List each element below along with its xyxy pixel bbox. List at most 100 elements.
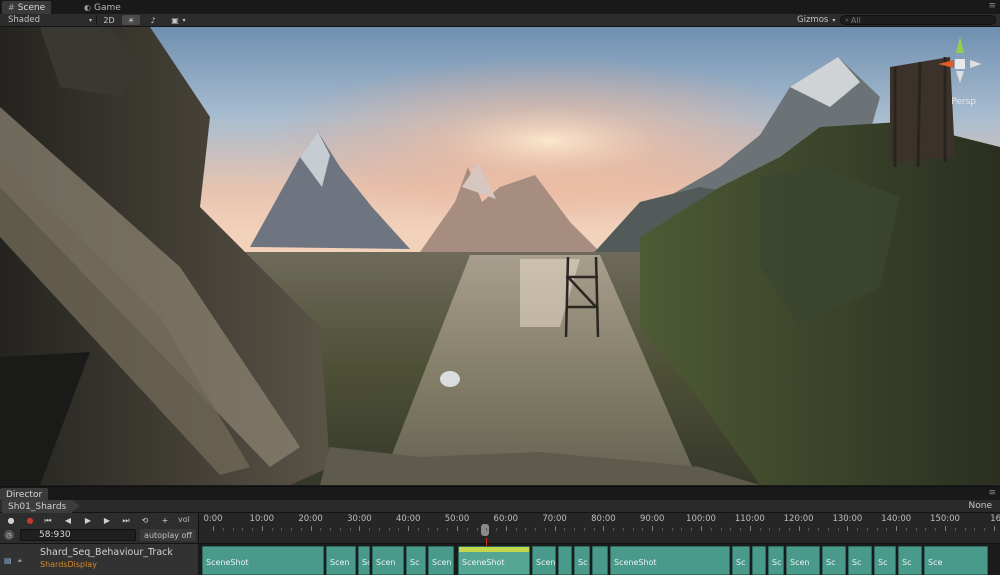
timeline-clip[interactable]: Scen (372, 546, 404, 575)
skip-end-icon[interactable]: ⏭ (118, 515, 134, 526)
timeline-clip[interactable]: Sc (358, 546, 370, 575)
timeline-clip[interactable]: Sc (574, 546, 590, 575)
add-icon[interactable]: + (157, 515, 173, 526)
track-subtitle: ShardsDisplay (40, 560, 97, 569)
ruler-minor-tick (544, 528, 546, 531)
ruler-minor-tick (291, 528, 293, 531)
timeline-clip[interactable]: Scen (428, 546, 454, 575)
scene-search-input[interactable]: ⌕ All (840, 15, 996, 25)
ruler-minor-tick (808, 528, 810, 531)
ruler-minor-tick (788, 528, 790, 531)
clip-selected[interactable]: SceneShot (458, 546, 530, 575)
ruler-minor-tick (271, 528, 273, 531)
play-icon[interactable]: ▶ (80, 515, 96, 526)
loop-icon[interactable]: ⟲ (137, 515, 153, 526)
draw-mode-dropdown[interactable]: Shaded ▾ (8, 14, 94, 26)
timeline-clip[interactable] (592, 546, 608, 575)
ruler-minor-tick (417, 528, 419, 531)
timeline-clip[interactable]: Sc (768, 546, 784, 575)
timeline-clip[interactable] (752, 546, 766, 575)
cutscene-selector[interactable]: None (969, 501, 992, 511)
volume-label[interactable]: vol (178, 515, 190, 524)
ruler-tick (798, 526, 800, 531)
timeline-clip[interactable]: SceneShot (610, 546, 730, 575)
ruler-minor-tick (339, 528, 341, 531)
autoplay-toggle[interactable]: autoplay off (140, 529, 196, 541)
timeline-clip[interactable]: Scen (786, 546, 820, 575)
tab-game[interactable]: ◐ Game (78, 1, 127, 14)
clip-label: Sc (736, 558, 746, 567)
step-back-icon[interactable]: ◀ (60, 515, 76, 526)
ruler-minor-tick (466, 528, 468, 531)
ruler-minor-tick (222, 528, 224, 531)
settings-icon[interactable]: ● (3, 515, 19, 526)
scene-toolbar: Shaded ▾ 2D ☀ ♪ ▣ ▾ Gizmos ▾ ⌕ All (0, 14, 1000, 27)
step-forward-icon[interactable]: ▶ (99, 515, 115, 526)
ruler-tick (896, 526, 898, 531)
ruler-tick (652, 526, 654, 531)
mode-2d-button[interactable]: 2D (100, 15, 118, 25)
ruler-tick (993, 526, 995, 531)
ruler-minor-tick (613, 528, 615, 531)
ruler-tick (749, 526, 751, 531)
timeline-clip[interactable]: Sc (406, 546, 426, 575)
ruler-minor-tick (984, 528, 986, 531)
record-icon[interactable]: ● (22, 515, 38, 526)
timeline-clip[interactable]: Sc (822, 546, 846, 575)
ruler-tick-label: 30:00 (347, 514, 372, 524)
track-header[interactable]: ▤ 🔒︎ Shard_Seq_Behaviour_Track ShardsDis… (0, 543, 198, 575)
timeline-clip[interactable]: Scen (532, 546, 556, 575)
lock-icon[interactable]: 🔒︎ (18, 556, 22, 565)
clip-label: Scen (536, 558, 556, 567)
clip-label: Sc (878, 558, 888, 567)
ruler-minor-tick (818, 528, 820, 531)
ruler-minor-tick (447, 528, 449, 531)
ruler-tick-label: 100:00 (686, 514, 716, 524)
scene-viewport[interactable]: Persp (0, 27, 1000, 485)
ruler-minor-tick (515, 528, 517, 531)
ruler-tick-label: 140:00 (881, 514, 912, 524)
ruler-tick-label: 160: (990, 514, 1000, 524)
ruler-minor-tick (398, 528, 400, 531)
track-icon: ▤ (4, 556, 12, 565)
ruler-minor-tick (242, 528, 244, 531)
cutscene-breadcrumb[interactable]: Sh01_Shards (2, 500, 81, 513)
clip-label: Sc (578, 558, 588, 567)
audio-icon[interactable]: ♪ (144, 15, 162, 25)
chevron-down-icon[interactable]: ▾ (180, 15, 188, 25)
playhead-handle[interactable] (481, 524, 489, 536)
ruler-minor-tick (486, 528, 488, 531)
orientation-label[interactable]: Persp (951, 97, 976, 107)
current-time-input[interactable]: 58:930 (20, 529, 136, 541)
clip-label: Sc (902, 558, 912, 567)
ruler-tick-label: 10:00 (249, 514, 275, 524)
skip-start-icon[interactable]: ⏮ (40, 515, 56, 526)
tab-scene[interactable]: # Scene (2, 1, 52, 14)
track-lane[interactable]: SceneShot Scen Sc Scen Sc Scen Sc SceneShot Scen… (198, 543, 1000, 575)
timeline-clip[interactable]: Sc (848, 546, 872, 575)
ruler-minor-tick (320, 528, 322, 531)
ruler-minor-tick (691, 528, 693, 531)
gizmos-dropdown[interactable]: Gizmos ▾ (797, 14, 837, 26)
timeline-clip[interactable]: Sc (874, 546, 896, 575)
panel-menu-icon[interactable]: ≡ (988, 488, 996, 498)
ruler-minor-tick (954, 528, 956, 531)
ruler-minor-tick (427, 528, 429, 531)
panel-menu-icon[interactable]: ≡ (988, 1, 996, 11)
ruler-minor-tick (525, 528, 527, 531)
timeline-clip[interactable]: Scen (326, 546, 356, 575)
timeline-ruler[interactable]: 0:00 10:00 20:00 30:00 40:00 50:00 60:00 70:00 8… (198, 513, 1000, 543)
ruler-minor-tick (535, 528, 537, 531)
clip-label: Scen (432, 558, 452, 567)
ruler-tick (945, 526, 946, 531)
timeline-clip[interactable] (558, 546, 572, 575)
time-mode-icon[interactable]: ◷ (4, 530, 14, 540)
lighting-icon[interactable]: ☀ (122, 15, 140, 25)
ruler-minor-tick (300, 528, 302, 531)
timeline-clip[interactable]: Sc (898, 546, 922, 575)
timeline-clip[interactable]: Sc (732, 546, 750, 575)
timeline-clip[interactable]: Sce (924, 546, 988, 575)
clip-label: SceneShot (462, 558, 505, 567)
ruler-tick (261, 526, 263, 531)
timeline-clip[interactable]: SceneShot (202, 546, 324, 575)
